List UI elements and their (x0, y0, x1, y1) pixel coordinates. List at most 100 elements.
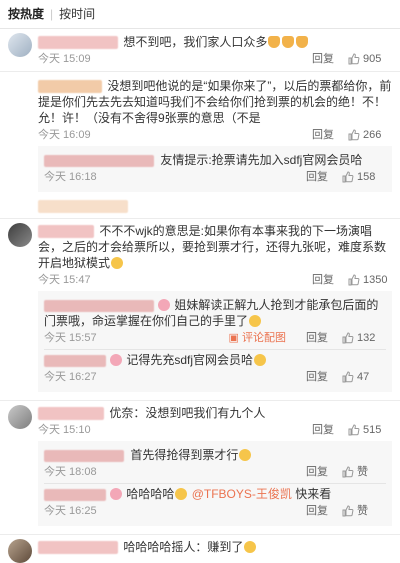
comment-item: 想不到吧，我们家人口众多 今天 15:09 回复 905 (0, 29, 400, 72)
reply-text: 姐妹解读正解九人抢到才能承包后面的门票哦，命运掌握在你们自己的手里了 (44, 298, 379, 328)
comment-text: 不不不wjk的意思是:如果你有本事来我的下一场演唱会，之后的才会给票所以，要抢到… (38, 224, 387, 270)
reply-button[interactable]: 回复 (306, 503, 328, 519)
like-count: 132 (357, 332, 376, 344)
reply-button[interactable]: 回复 (312, 127, 334, 143)
reply-thread: 友情提示:抢票请先加入sdfj官网会员哈 今天 16:18 回复 158 (38, 146, 392, 192)
reply-item: 首先得抢得到票才行 今天 18:08 回复 赞 (44, 445, 386, 484)
timestamp: 今天 15:10 (38, 424, 91, 436)
reply-button[interactable]: 回复 (306, 464, 328, 480)
sort-hot-tab[interactable]: 按热度 (8, 6, 44, 22)
avatar[interactable] (8, 539, 32, 563)
like-button[interactable]: 158 (342, 169, 386, 185)
sort-divider: | (50, 7, 54, 21)
timestamp: 今天 16:27 (44, 371, 97, 383)
like-button[interactable]: 132 (342, 330, 386, 346)
comment-item: 哈哈哈哈摇人：赚到了 (0, 535, 400, 563)
thumbs-up-icon (348, 424, 360, 436)
avatar[interactable] (8, 405, 32, 429)
reply-text: 哈哈哈哈 @TFBOYS-王俊凯 快来看 (44, 486, 386, 502)
thumbs-up-icon (342, 371, 354, 383)
reply-meta: 今天 16:25 回复 赞 (44, 503, 386, 519)
like-button[interactable]: 905 (348, 51, 392, 67)
timestamp: 今天 15:47 (38, 274, 91, 286)
username[interactable] (38, 225, 94, 239)
like-count: 1350 (363, 274, 388, 286)
like-button[interactable]: 47 (342, 369, 386, 385)
reply-meta: 今天 16:18 回复 158 (44, 169, 386, 185)
reply-username[interactable] (44, 299, 154, 312)
like-count: 515 (363, 424, 382, 436)
reply-button[interactable]: 回复 (306, 169, 328, 185)
timestamp: 今天 18:08 (44, 466, 97, 478)
like-button[interactable]: 515 (348, 422, 392, 438)
like-button[interactable]: 266 (348, 127, 392, 143)
collapsed-row (38, 196, 392, 214)
reply-button[interactable]: 回复 (312, 422, 334, 438)
comment-meta: 今天 15:10 回复 515 (38, 422, 392, 438)
like-count: 158 (357, 171, 376, 183)
thumbs-up-icon (342, 332, 354, 344)
username[interactable] (38, 36, 118, 50)
like-button[interactable]: 赞 (342, 503, 386, 519)
comment-text: 没想到吧他说的是“如果你来了”，以后的票都给你，前提是你们先去先去知道吗我们不会… (38, 79, 392, 125)
thumbs-up-icon (342, 171, 354, 183)
comment-text: 想不到吧，我们家人口众多 (38, 34, 392, 50)
like-count: 赞 (357, 505, 368, 517)
avatar[interactable] (8, 76, 32, 100)
username[interactable] (38, 407, 104, 421)
reply-username[interactable] (44, 488, 106, 501)
like-count: 47 (357, 371, 370, 383)
image-link[interactable]: ▣ 评论配图 (229, 330, 286, 346)
reply-text: 首先得抢得到票才行 (44, 447, 386, 463)
reply-item: 友情提示:抢票请先加入sdfj官网会员哈 今天 16:18 回复 158 (44, 150, 386, 188)
comment-item: 没想到吧他说的是“如果你来了”，以后的票都给你，前提是你们先去先去知道吗我们不会… (0, 72, 400, 219)
comment-meta: 今天 16:09 回复 266 (38, 127, 392, 143)
reply-button[interactable]: 回复 (306, 369, 328, 385)
comment-meta: 今天 15:09 回复 905 (38, 51, 392, 67)
like-count: 赞 (357, 466, 368, 478)
timestamp: 今天 15:57 (44, 332, 97, 344)
timestamp: 今天 16:25 (44, 505, 97, 517)
reply-button[interactable]: 回复 (312, 51, 334, 67)
comment-item: 优奈：没想到吧我们有九个人 今天 15:10 回复 515 首先得抢得到票才行 … (0, 401, 400, 535)
reply-meta: 今天 15:57 ▣ 评论配图 回复 132 (44, 330, 386, 346)
reply-meta: 今天 18:08 回复 赞 (44, 464, 386, 480)
image-icon: ▣ (228, 332, 239, 344)
thumbs-up-icon (342, 505, 354, 517)
thumbs-up-icon (348, 53, 360, 65)
timestamp: 今天 15:09 (38, 53, 91, 65)
thumbs-up-icon (342, 466, 354, 478)
reply-item: 姐妹解读正解九人抢到才能承包后面的门票哦，命运掌握在你们自己的手里了 今天 15… (44, 295, 386, 350)
reply-username[interactable] (44, 354, 106, 367)
like-button[interactable]: 1350 (348, 272, 392, 288)
timestamp: 今天 16:09 (38, 129, 91, 141)
reply-thread: 姐妹解读正解九人抢到才能承包后面的门票哦，命运掌握在你们自己的手里了 今天 15… (38, 291, 392, 392)
reply-button[interactable]: 回复 (306, 330, 328, 346)
mention-link[interactable]: @TFBOYS-王俊凯 (192, 487, 292, 501)
reply-username[interactable] (44, 154, 154, 167)
reply-button[interactable]: 回复 (312, 272, 334, 288)
username[interactable] (38, 80, 102, 94)
reply-item: 记得先充sdfj官网会员哈 今天 16:27 回复 47 (44, 350, 386, 388)
comment-text: 哈哈哈哈摇人：赚到了 (38, 539, 392, 555)
thumbs-up-icon (348, 274, 360, 286)
avatar[interactable] (8, 33, 32, 57)
reply-text: 记得先充sdfj官网会员哈 (44, 352, 386, 368)
reply-username[interactable] (44, 449, 124, 462)
reply-meta: 今天 16:27 回复 47 (44, 369, 386, 385)
timestamp: 今天 16:18 (44, 171, 97, 183)
like-count: 905 (363, 53, 382, 65)
sort-time-tab[interactable]: 按时间 (59, 6, 95, 22)
reply-text: 友情提示:抢票请先加入sdfj官网会员哈 (44, 152, 386, 168)
thumbs-up-icon (348, 129, 360, 141)
reply-thread: 首先得抢得到票才行 今天 18:08 回复 赞 哈哈哈哈 @TFBOYS-王俊凯… (38, 441, 392, 526)
reply-item: 哈哈哈哈 @TFBOYS-王俊凯 快来看 今天 16:25 回复 赞 (44, 484, 386, 522)
avatar[interactable] (8, 223, 32, 247)
like-count: 266 (363, 129, 382, 141)
like-button[interactable]: 赞 (342, 464, 386, 480)
username[interactable] (38, 541, 118, 555)
comment-item: 不不不wjk的意思是:如果你有本事来我的下一场演唱会，之后的才会给票所以，要抢到… (0, 219, 400, 401)
comment-meta: 今天 15:47 回复 1350 (38, 272, 392, 288)
sort-bar: 按热度 | 按时间 (0, 0, 400, 29)
comment-text: 优奈：没想到吧我们有九个人 (38, 405, 392, 421)
